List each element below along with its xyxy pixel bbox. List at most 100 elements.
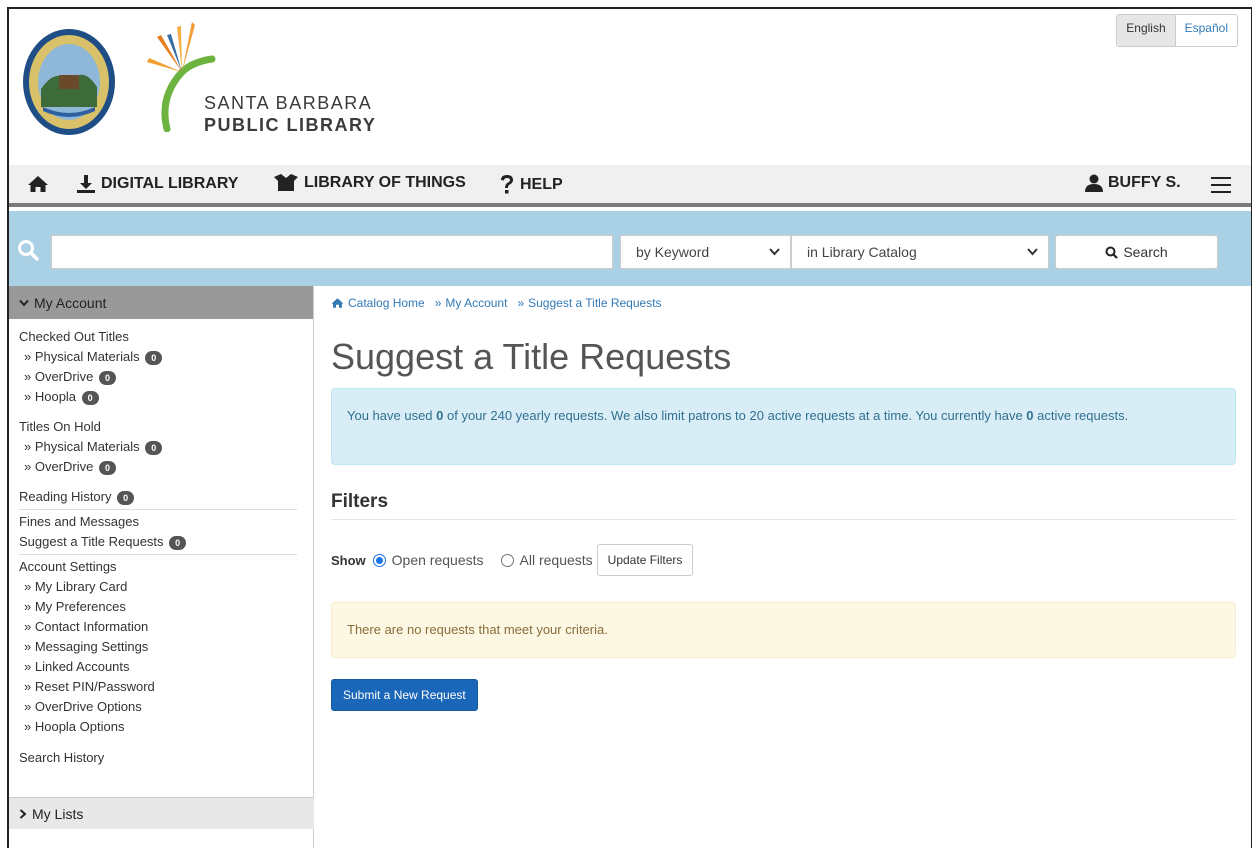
sidebar-item-hold-overdrive[interactable]: OverDrive 0 — [19, 457, 303, 477]
filters-divider — [331, 519, 1236, 520]
home-icon — [331, 298, 344, 308]
sidebar-fines-messages[interactable]: Fines and Messages — [19, 512, 303, 532]
breadcrumb-my-account[interactable]: My Account — [445, 296, 507, 310]
sidebar-item-label: Suggest a Title Requests — [19, 534, 164, 549]
search-type-select[interactable]: by Keyword — [620, 235, 791, 269]
sidebar-item-messaging[interactable]: Messaging Settings — [19, 637, 303, 657]
chevron-down-icon — [19, 299, 29, 307]
chevron-down-icon — [1027, 248, 1038, 256]
submit-new-request-button[interactable]: Submit a New Request — [331, 679, 478, 711]
sidebar-checked-out[interactable]: Checked Out Titles — [19, 327, 303, 347]
sidebar-reading-history[interactable]: Reading History 0 — [19, 487, 303, 507]
filters-heading: Filters — [331, 491, 389, 512]
sidebar-item-label: Physical Materials — [34, 349, 140, 364]
sidebar-item-checked-overdrive[interactable]: OverDrive 0 — [19, 367, 303, 387]
search-icon — [18, 240, 39, 261]
question-icon — [501, 175, 513, 194]
library-name-line2: PUBLIC LIBRARY — [204, 115, 377, 135]
nav-help-label: HELP — [520, 176, 563, 193]
sidebar-item-preferences[interactable]: My Preferences — [19, 597, 303, 617]
search-scope-value: in Library Catalog — [807, 244, 917, 260]
show-label: Show — [331, 552, 366, 568]
search-bar: by Keyword in Library Catalog Search — [9, 211, 1251, 286]
breadcrumb-catalog-home[interactable]: Catalog Home — [348, 296, 425, 310]
search-type-value: by Keyword — [636, 244, 710, 260]
chevron-down-icon — [769, 248, 780, 256]
no-requests-alert: There are no requests that meet your cri… — [331, 602, 1236, 658]
user-name: BUFFY S. — [1108, 174, 1181, 191]
sidebar-item-reset-pin[interactable]: Reset PIN/Password — [19, 677, 303, 697]
account-sidebar: My Account Checked Out Titles Physical M… — [9, 286, 314, 848]
page-title: Suggest a Title Requests — [331, 336, 732, 377]
sidebar-item-label: Reading History — [19, 489, 112, 504]
home-icon — [28, 176, 48, 192]
info-text: of your 240 yearly requests. We also lim… — [443, 408, 1027, 423]
active-count: 0 — [1026, 408, 1034, 423]
count-badge: 0 — [98, 460, 116, 475]
sidebar-item-hold-physical[interactable]: Physical Materials 0 — [19, 437, 303, 457]
sidebar-divider — [19, 554, 297, 555]
language-switcher: English Español — [1116, 14, 1238, 47]
my-lists-label: My Lists — [32, 805, 84, 822]
all-requests-radio[interactable] — [500, 553, 514, 567]
info-text: You have used — [347, 408, 437, 423]
sidebar-item-hoopla-options[interactable]: Hoopla Options — [19, 717, 303, 737]
sidebar-search-history[interactable]: Search History — [19, 748, 303, 768]
language-english-button[interactable]: English — [1117, 15, 1176, 46]
sidebar-item-label: OverDrive — [34, 369, 94, 384]
hamburger-menu-icon[interactable] — [1211, 177, 1231, 198]
count-badge: 0 — [145, 350, 163, 365]
language-spanish-button[interactable]: Español — [1175, 15, 1237, 46]
breadcrumb: Catalog Home » My Account » Suggest a Ti… — [331, 296, 662, 310]
box-open-icon — [274, 174, 298, 191]
city-seal-logo[interactable] — [21, 27, 117, 137]
main-nav: DIGITAL LIBRARY LIBRARY OF THINGS HELP B… — [9, 165, 1251, 207]
nav-library-of-things[interactable]: LIBRARY OF THINGS — [273, 174, 466, 192]
request-usage-alert: You have used 0 of your 240 yearly reque… — [331, 388, 1236, 465]
sidebar-on-hold[interactable]: Titles On Hold — [19, 417, 303, 437]
count-badge: 0 — [117, 490, 135, 505]
search-button-label: Search — [1123, 244, 1168, 260]
info-text: active requests. — [1033, 408, 1129, 423]
chevron-right-icon — [19, 808, 27, 819]
filter-row: Show Open requests All requests Update F… — [331, 544, 694, 576]
sidebar-suggest-title[interactable]: Suggest a Title Requests 0 — [19, 532, 303, 552]
breadcrumb-current[interactable]: Suggest a Title Requests — [528, 296, 661, 310]
site-header: SANTA BARBARA PUBLIC LIBRARY English Esp… — [9, 9, 1251, 165]
nav-digital-library[interactable]: DIGITAL LIBRARY — [76, 174, 238, 194]
sidebar-account-settings[interactable]: Account Settings — [19, 557, 303, 577]
nav-digital-library-label: DIGITAL LIBRARY — [101, 175, 239, 192]
sidebar-item-checked-hoopla[interactable]: Hoopla 0 — [19, 387, 303, 407]
user-icon — [1085, 174, 1103, 192]
user-menu[interactable]: BUFFY S. — [1085, 174, 1181, 192]
open-requests-label[interactable]: Open requests — [392, 552, 484, 568]
nav-library-of-things-label: LIBRARY OF THINGS — [304, 174, 466, 191]
sidebar-my-account-header[interactable]: My Account — [9, 286, 313, 319]
sidebar-body: Checked Out Titles Physical Materials 0 … — [9, 319, 313, 768]
sidebar-item-label: Physical Materials — [34, 439, 140, 454]
count-badge: 0 — [98, 370, 116, 385]
count-badge: 0 — [145, 440, 163, 455]
search-scope-select[interactable]: in Library Catalog — [791, 235, 1049, 269]
count-badge: 0 — [169, 535, 187, 550]
sidebar-item-library-card[interactable]: My Library Card — [19, 577, 303, 597]
update-filters-button[interactable]: Update Filters — [596, 544, 694, 576]
nav-help[interactable]: HELP — [499, 174, 563, 196]
library-name-line1: SANTA BARBARA — [204, 93, 373, 113]
sidebar-my-lists-header[interactable]: My Lists — [9, 797, 314, 829]
page-frame: SANTA BARBARA PUBLIC LIBRARY English Esp… — [7, 7, 1252, 848]
nav-home[interactable] — [27, 174, 49, 194]
sidebar-item-overdrive-options[interactable]: OverDrive Options — [19, 697, 303, 717]
sidebar-item-contact-info[interactable]: Contact Information — [19, 617, 303, 637]
all-requests-label[interactable]: All requests — [520, 552, 593, 568]
count-badge: 0 — [81, 390, 99, 405]
search-input[interactable] — [51, 235, 613, 269]
sidebar-item-linked-accounts[interactable]: Linked Accounts — [19, 657, 303, 677]
sidebar-header-label: My Account — [34, 294, 107, 311]
open-requests-radio[interactable] — [372, 553, 386, 567]
search-button[interactable]: Search — [1055, 235, 1218, 269]
sidebar-item-checked-physical[interactable]: Physical Materials 0 — [19, 347, 303, 367]
sidebar-item-label: OverDrive — [34, 459, 94, 474]
download-icon — [77, 175, 95, 193]
search-icon — [1105, 246, 1119, 259]
